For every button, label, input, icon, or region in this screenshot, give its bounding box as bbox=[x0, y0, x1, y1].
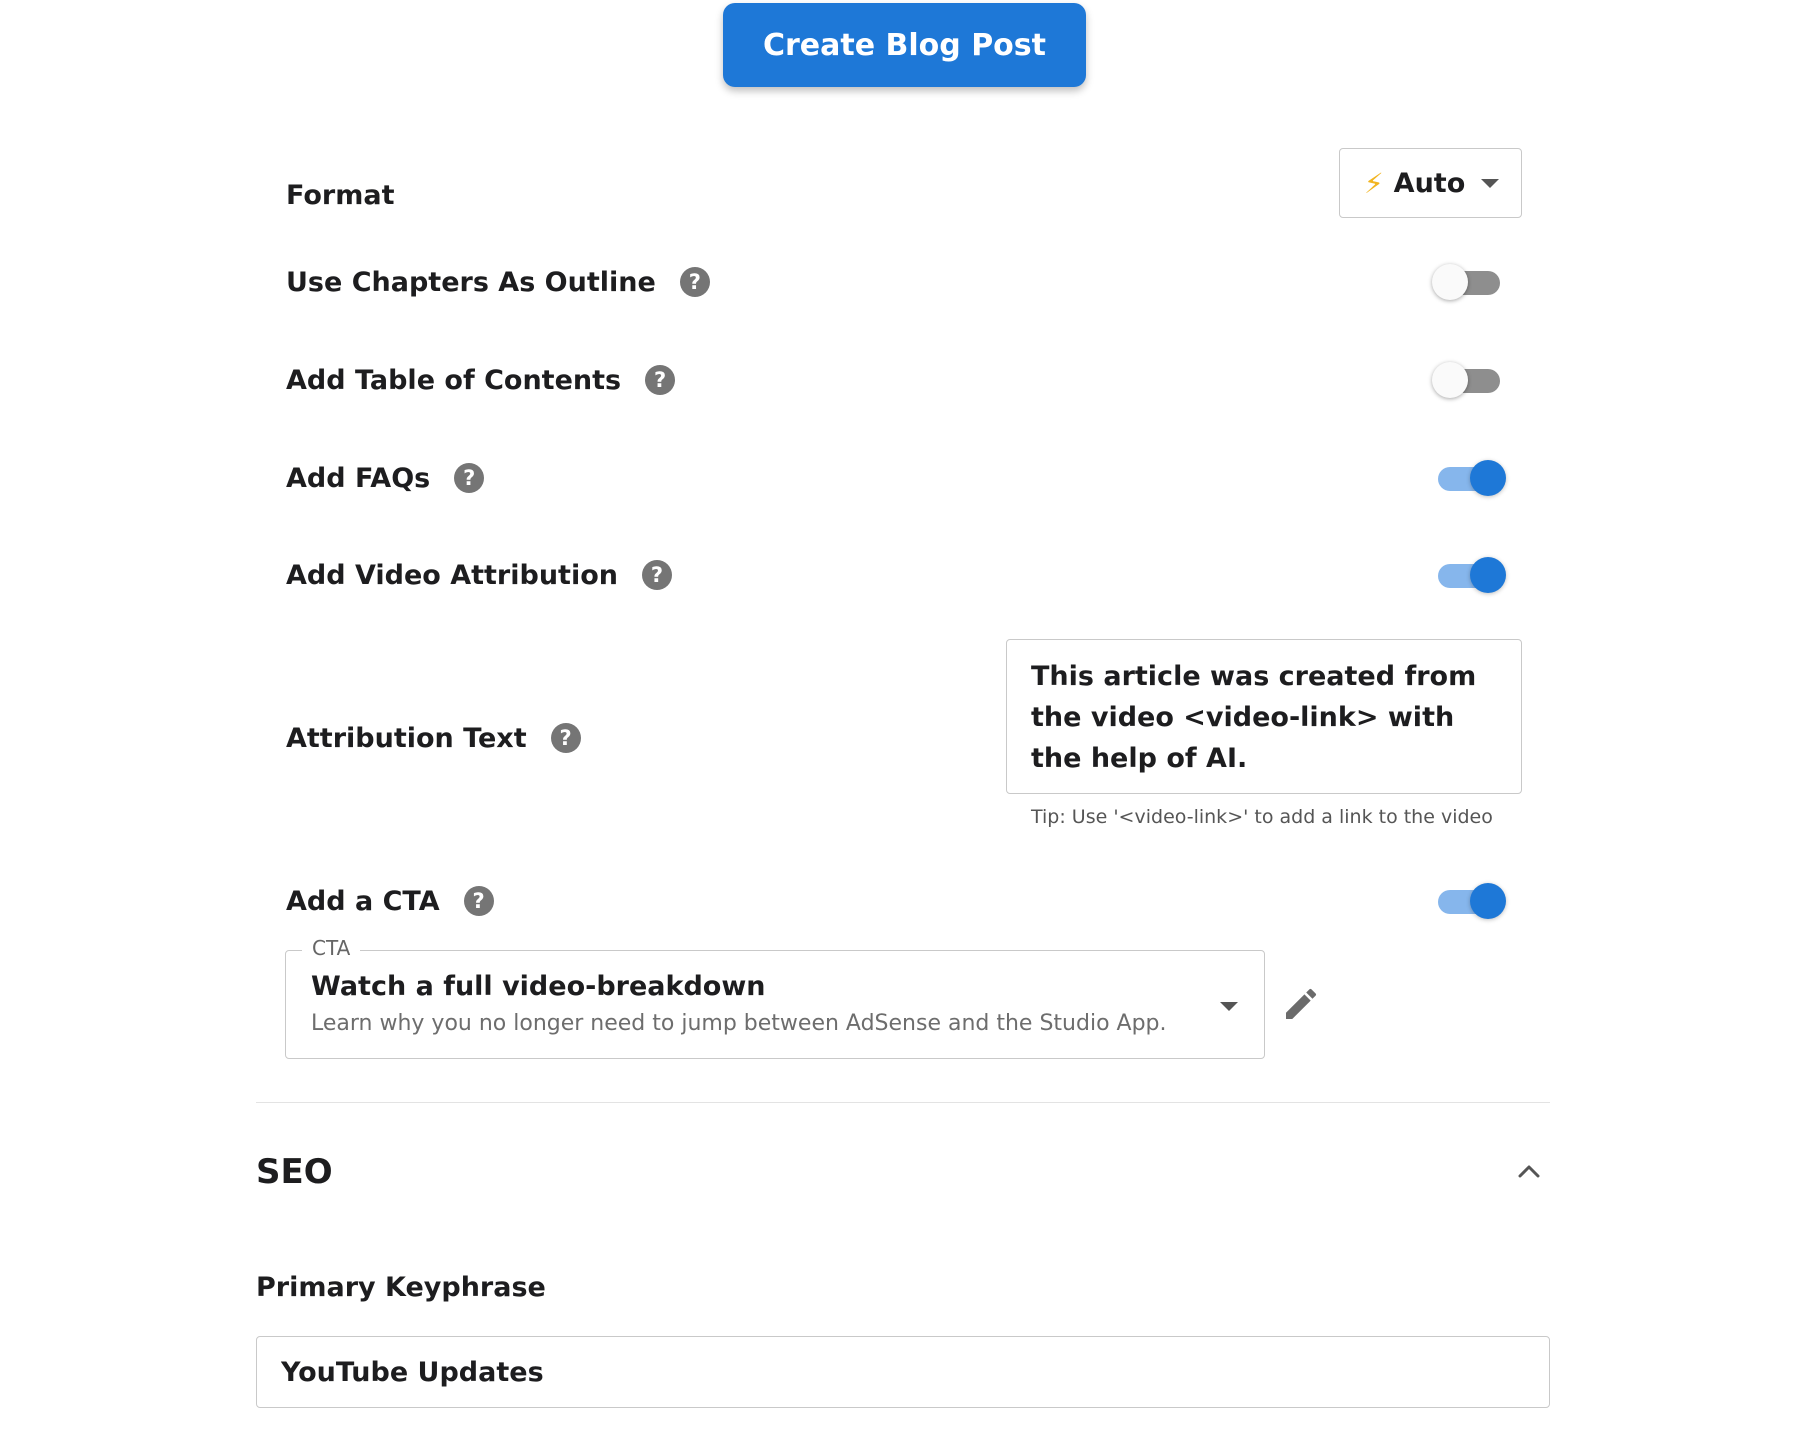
cta-selected-title: Watch a full video-breakdown bbox=[311, 971, 766, 1002]
attribution-text-label: Attribution Text bbox=[286, 722, 527, 754]
use-chapters-toggle[interactable] bbox=[1432, 262, 1506, 302]
toggle-knob bbox=[1432, 362, 1468, 398]
attribution-text-row: Attribution Text ? bbox=[286, 718, 581, 758]
video-attribution-toggle[interactable] bbox=[1432, 555, 1506, 595]
cta-selected-description: Learn why you no longer need to jump bet… bbox=[311, 1011, 1167, 1036]
cta-toggle[interactable] bbox=[1432, 881, 1506, 921]
format-selected-value: Auto bbox=[1393, 167, 1466, 199]
create-blog-post-button[interactable]: Create Blog Post bbox=[723, 3, 1086, 87]
cta-label: Add a CTA bbox=[286, 885, 440, 917]
faqs-row: Add FAQs ? bbox=[286, 458, 485, 498]
help-icon[interactable]: ? bbox=[550, 723, 581, 753]
seo-section-title: SEO bbox=[256, 1152, 333, 1192]
help-icon[interactable]: ? bbox=[641, 560, 672, 590]
format-label-text: Format bbox=[286, 179, 395, 211]
faqs-toggle[interactable] bbox=[1432, 458, 1506, 498]
primary-keyphrase-input[interactable] bbox=[256, 1336, 1550, 1408]
attribution-tip: Tip: Use '<video-link>' to add a link to… bbox=[1031, 806, 1493, 828]
video-attribution-label: Add Video Attribution bbox=[286, 559, 618, 591]
help-icon[interactable]: ? bbox=[463, 886, 494, 916]
help-icon[interactable]: ? bbox=[679, 267, 710, 297]
use-chapters-row: Use Chapters As Outline ? bbox=[286, 262, 710, 302]
lightning-bolt-icon: ⚡ bbox=[1364, 166, 1384, 200]
chevron-up-icon bbox=[1518, 1165, 1540, 1178]
attribution-text-field[interactable]: This article was created from the video … bbox=[1006, 639, 1522, 794]
cta-row: Add a CTA ? bbox=[286, 881, 494, 921]
toggle-knob bbox=[1432, 264, 1468, 300]
pencil-icon bbox=[1286, 988, 1317, 1019]
table-of-contents-toggle[interactable] bbox=[1432, 360, 1506, 400]
use-chapters-label: Use Chapters As Outline bbox=[286, 266, 656, 298]
primary-keyphrase-label: Primary Keyphrase bbox=[256, 1272, 546, 1303]
edit-cta-button[interactable] bbox=[1281, 984, 1321, 1024]
toggle-knob bbox=[1470, 460, 1506, 496]
cta-field-legend: CTA bbox=[302, 936, 361, 960]
help-icon[interactable]: ? bbox=[645, 365, 676, 395]
format-select[interactable]: ⚡ Auto bbox=[1339, 148, 1522, 218]
video-attribution-row: Add Video Attribution ? bbox=[286, 555, 672, 595]
faqs-label: Add FAQs bbox=[286, 462, 431, 494]
cta-select[interactable]: CTA Watch a full video-breakdown Learn w… bbox=[285, 936, 1265, 1059]
table-of-contents-row: Add Table of Contents ? bbox=[286, 360, 676, 400]
chevron-down-icon bbox=[1220, 1002, 1238, 1011]
chevron-down-icon bbox=[1481, 178, 1500, 188]
help-icon[interactable]: ? bbox=[454, 463, 485, 493]
section-divider bbox=[256, 1102, 1550, 1103]
table-of-contents-label: Add Table of Contents bbox=[286, 364, 622, 396]
toggle-knob bbox=[1470, 883, 1506, 919]
toggle-knob bbox=[1470, 557, 1506, 593]
format-label: Format bbox=[286, 175, 394, 215]
collapse-seo-button[interactable] bbox=[1512, 1158, 1546, 1182]
